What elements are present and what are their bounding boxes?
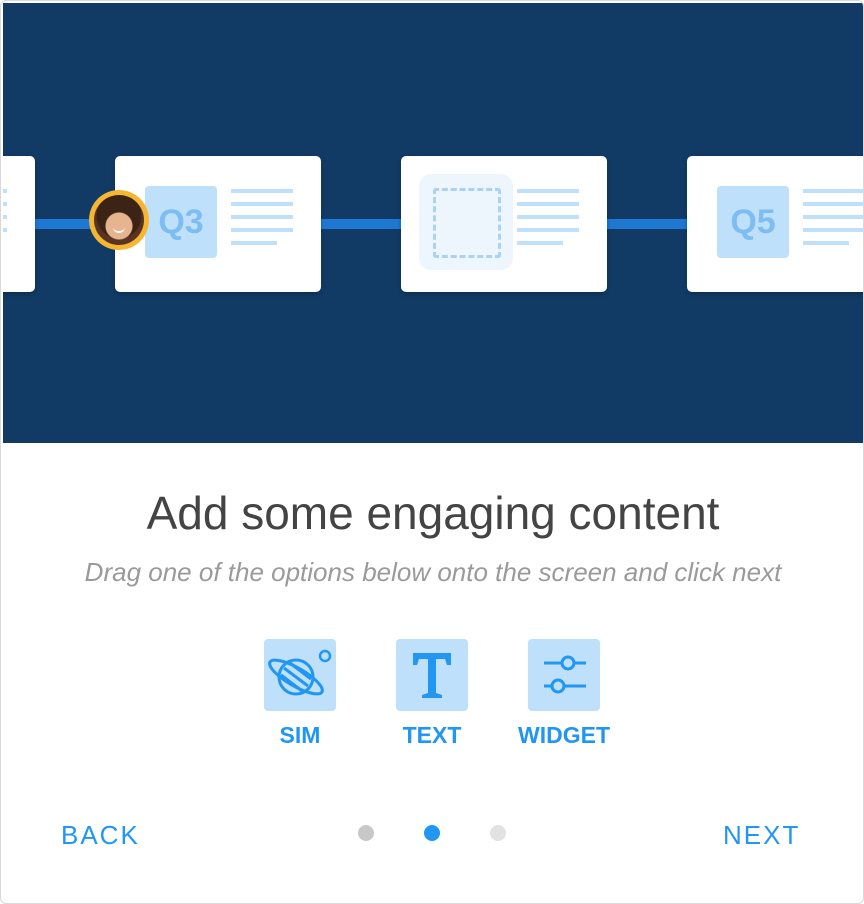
slide-text-lines [517, 189, 579, 254]
page-subtitle: Drag one of the options below onto the s… [84, 557, 782, 587]
page-title: Add some engaging content [146, 487, 720, 539]
slide-text-lines [231, 189, 293, 254]
onboarding-card: Q3 Q5 Add some engaging content Drag one… [0, 0, 864, 904]
slide-text-lines [803, 189, 863, 254]
hero-illustration: Q3 Q5 [3, 3, 863, 443]
option-label: WIDGET [518, 722, 610, 748]
slide-card-q5: Q5 [687, 156, 863, 292]
avatar-face [94, 195, 144, 245]
option-label: SIM [279, 722, 321, 748]
option-text[interactable]: TEXT [372, 639, 492, 747]
slide-card-empty [401, 156, 607, 292]
next-button[interactable]: NEXT [723, 819, 800, 851]
sliders-icon[interactable] [528, 639, 600, 711]
pagination-dot-1[interactable] [358, 825, 374, 841]
user-avatar [89, 190, 149, 250]
pagination-dot-3[interactable] [490, 825, 506, 841]
option-sim[interactable]: SIM [240, 639, 360, 747]
content-options: SIM TEXT WIDGET [1, 639, 863, 759]
text-icon[interactable] [396, 639, 468, 711]
option-label: TEXT [402, 722, 462, 748]
planet-icon[interactable] [264, 639, 336, 711]
slide-text-lines [3, 189, 7, 254]
slide-question-badge: Q5 [717, 186, 789, 258]
slide-question-badge: Q3 [145, 186, 217, 258]
option-widget[interactable]: WIDGET [504, 639, 624, 747]
back-button[interactable]: BACK [61, 819, 140, 851]
drop-placeholder [419, 174, 513, 270]
pagination-dot-2-active[interactable] [424, 825, 440, 841]
slide-card-previous [3, 156, 35, 292]
